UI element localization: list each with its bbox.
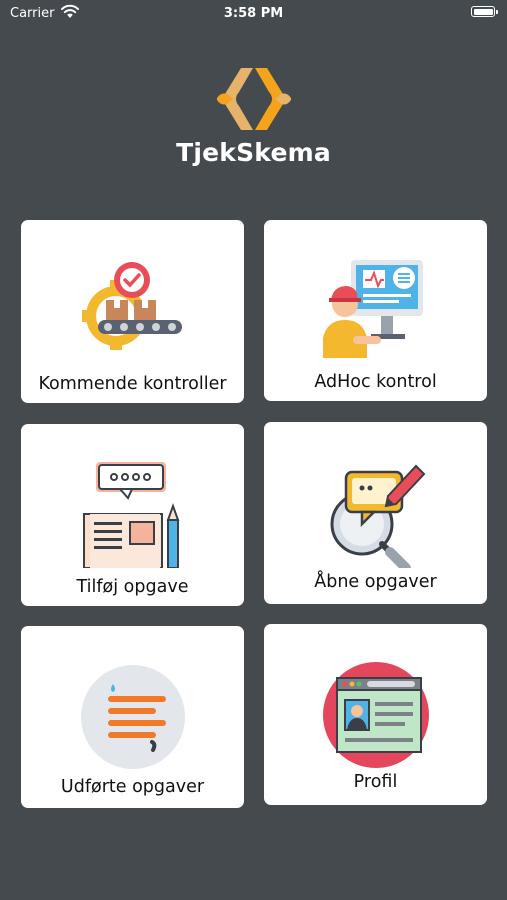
status-bar: Carrier 3:58 PM bbox=[0, 0, 507, 30]
list-circle-icon bbox=[80, 665, 185, 769]
tile-label: Udførte opgaver bbox=[60, 777, 205, 797]
profile-browser-icon bbox=[322, 662, 429, 768]
technician-monitor-icon bbox=[322, 260, 423, 358]
conveyor-gear-icon bbox=[81, 262, 182, 350]
tile-udfoerte-opgaver[interactable]: Udførte opgaver bbox=[21, 626, 244, 808]
tile-label: Åbne opgaver bbox=[314, 572, 437, 592]
tile-label: Tilføj opgave bbox=[76, 577, 189, 597]
status-time: 3:58 PM bbox=[223, 6, 284, 21]
app-title: TjekSkema bbox=[176, 138, 331, 167]
tile-aabne-opgaver[interactable]: Åbne opgaver bbox=[264, 422, 487, 604]
tile-label: AdHoc kontrol bbox=[314, 372, 437, 392]
tile-label: Kommende kontroller bbox=[38, 374, 227, 394]
tile-tilfoej-opgave[interactable]: Tilføj opgave bbox=[21, 424, 244, 606]
battery-icon bbox=[471, 6, 498, 17]
brand-header: TjekSkema bbox=[0, 66, 507, 167]
tile-label: Profil bbox=[353, 772, 398, 792]
tile-profil[interactable]: Profil bbox=[264, 624, 487, 805]
tile-adhoc-kontrol[interactable]: AdHoc kontrol bbox=[264, 220, 487, 401]
tile-kommende-kontroller[interactable]: Kommende kontroller bbox=[21, 220, 244, 403]
app-logo-icon bbox=[216, 68, 291, 130]
document-pen-icon bbox=[82, 462, 179, 568]
search-chat-icon bbox=[330, 464, 425, 568]
